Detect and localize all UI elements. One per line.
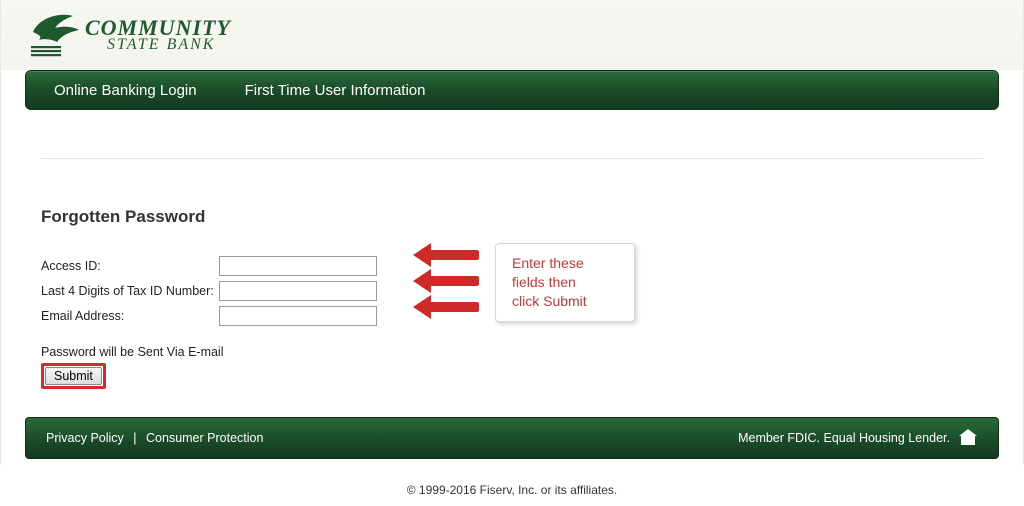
brand-name-line1: COMMUNITY [85,18,231,38]
password-note: Password will be Sent Via E-mail [41,345,641,359]
link-consumer-protection[interactable]: Consumer Protection [146,431,263,445]
footer-right: Member FDIC. Equal Housing Lender. [738,428,978,449]
member-fdic-text: Member FDIC. Equal Housing Lender. [738,431,950,445]
nav-online-banking-login[interactable]: Online Banking Login [54,82,197,99]
nav-first-time-user-info[interactable]: First Time User Information [245,82,426,99]
input-tax-id[interactable] [219,281,377,301]
label-tax-id: Last 4 Digits of Tax ID Number: [41,284,219,298]
equal-housing-icon [958,428,978,449]
footer: Privacy Policy | Consumer Protection Mem… [25,417,999,459]
forgotten-password-form: Access ID: Last 4 Digits of Tax ID Numbe… [41,255,641,389]
page-title: Forgotten Password [41,207,983,227]
footer-divider: | [133,431,136,445]
row-access-id: Access ID: [41,255,641,277]
row-email: Email Address: [41,305,641,327]
row-tax-id: Last 4 Digits of Tax ID Number: [41,280,641,302]
page: COMMUNITY STATE BANK Online Banking Logi… [0,0,1024,465]
label-email: Email Address: [41,309,219,323]
input-email[interactable] [219,306,377,326]
link-privacy-policy[interactable]: Privacy Policy [46,431,124,445]
submit-button[interactable]: Submit [45,367,102,385]
submit-highlight: Submit [41,363,106,389]
divider [41,158,983,159]
copyright: © 1999-2016 Fiserv, Inc. or its affiliat… [0,469,1024,503]
brand-name-line2: STATE BANK [107,36,231,54]
main-content: Forgotten Password Access ID: Last 4 Dig… [1,110,1023,399]
footer-links: Privacy Policy | Consumer Protection [46,431,263,445]
label-access-id: Access ID: [41,259,219,273]
eagle-icon [29,10,85,62]
nav-bar: Online Banking Login First Time User Inf… [25,70,999,110]
brand-logo: COMMUNITY STATE BANK [29,10,995,62]
input-access-id[interactable] [219,256,377,276]
header: COMMUNITY STATE BANK [1,0,1023,70]
brand-text: COMMUNITY STATE BANK [85,18,231,54]
